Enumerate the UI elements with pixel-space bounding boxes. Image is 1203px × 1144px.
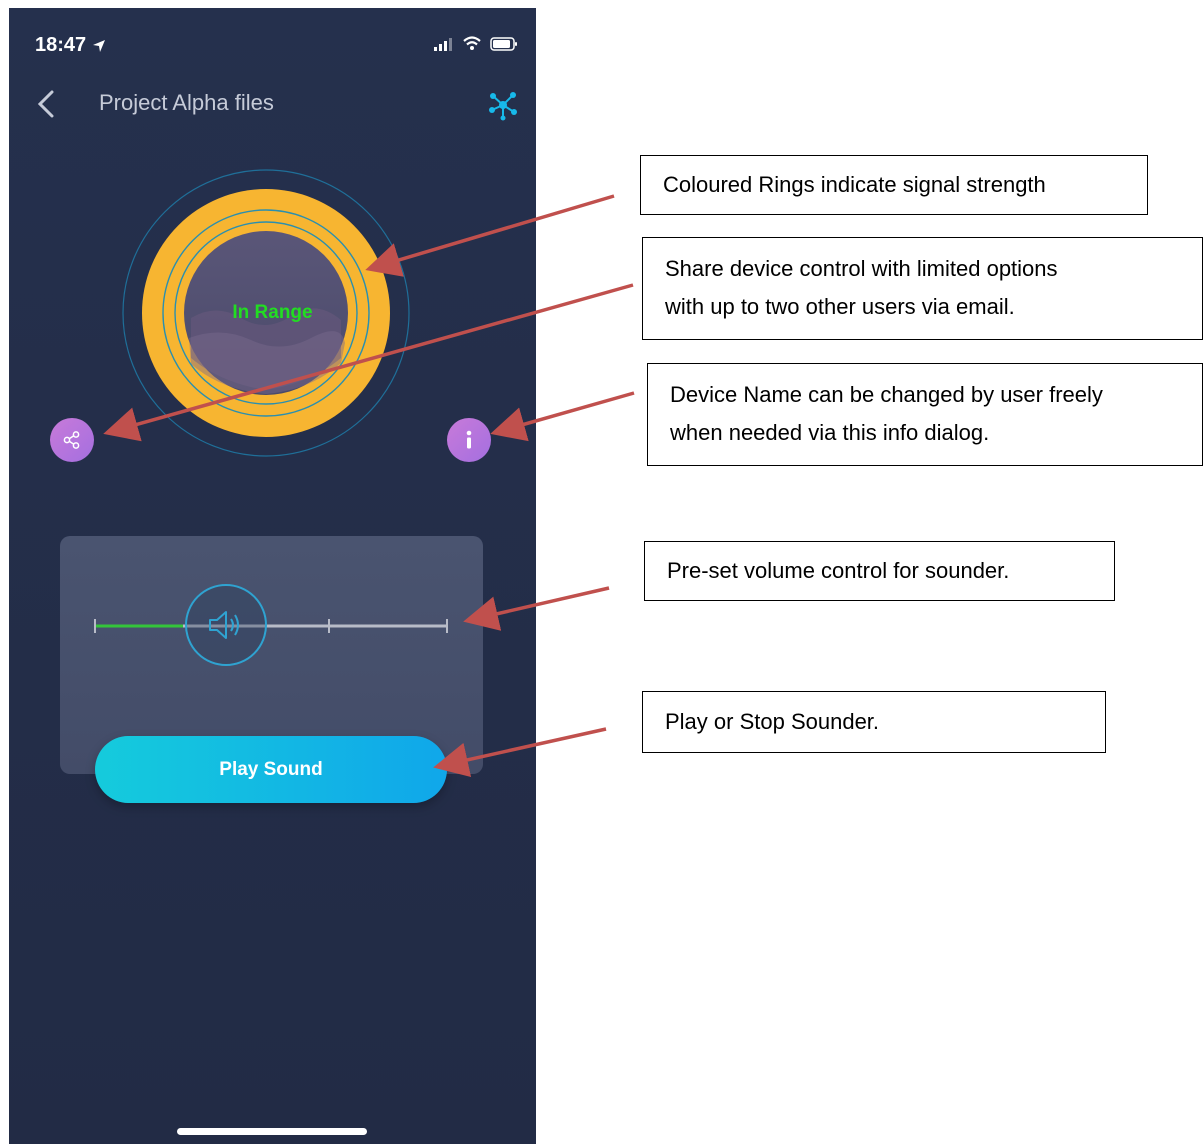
- share-icon: [63, 431, 80, 449]
- callout-rings-text: Coloured Rings indicate signal strength: [663, 172, 1046, 197]
- location-arrow-icon: [92, 39, 105, 52]
- info-button[interactable]: [447, 418, 491, 462]
- back-chevron-icon[interactable]: [37, 90, 55, 118]
- callout-volume-text: Pre-set volume control for sounder.: [667, 558, 1010, 583]
- callout-play: Play or Stop Sounder.: [642, 691, 1106, 753]
- phone-screen: 18:47 Project Alpha files In Range Play …: [9, 8, 536, 1144]
- status-time: 18:47: [35, 34, 106, 57]
- callout-play-text: Play or Stop Sounder.: [665, 709, 880, 734]
- page-title: Project Alpha files: [99, 90, 274, 115]
- callout-volume: Pre-set volume control for sounder.: [644, 541, 1115, 601]
- info-icon: [466, 430, 472, 449]
- speaker-icon: [209, 611, 239, 639]
- range-status: In Range: [232, 302, 313, 323]
- volume-knob[interactable]: [185, 584, 267, 666]
- callout-info-line2: when needed via this info dialog.: [670, 420, 990, 445]
- play-sound-button[interactable]: Play Sound: [95, 736, 447, 803]
- signal-icon: [434, 37, 452, 51]
- callout-share-line2: with up to two other users via email.: [665, 294, 1015, 319]
- share-button[interactable]: [50, 418, 94, 462]
- callout-info-line1: Device Name can be changed by user freel…: [670, 382, 1103, 407]
- callout-info: Device Name can be changed by user freel…: [647, 363, 1203, 466]
- network-icon[interactable]: [486, 88, 520, 122]
- battery-icon: [490, 36, 517, 51]
- callout-share: Share device control with limited option…: [642, 237, 1203, 340]
- wifi-icon: [463, 36, 481, 50]
- home-indicator: [177, 1128, 367, 1135]
- status-time-text: 18:47: [35, 34, 87, 56]
- callout-rings: Coloured Rings indicate signal strength: [640, 155, 1148, 215]
- callout-share-line1: Share device control with limited option…: [665, 256, 1058, 281]
- status-icons: [434, 36, 518, 51]
